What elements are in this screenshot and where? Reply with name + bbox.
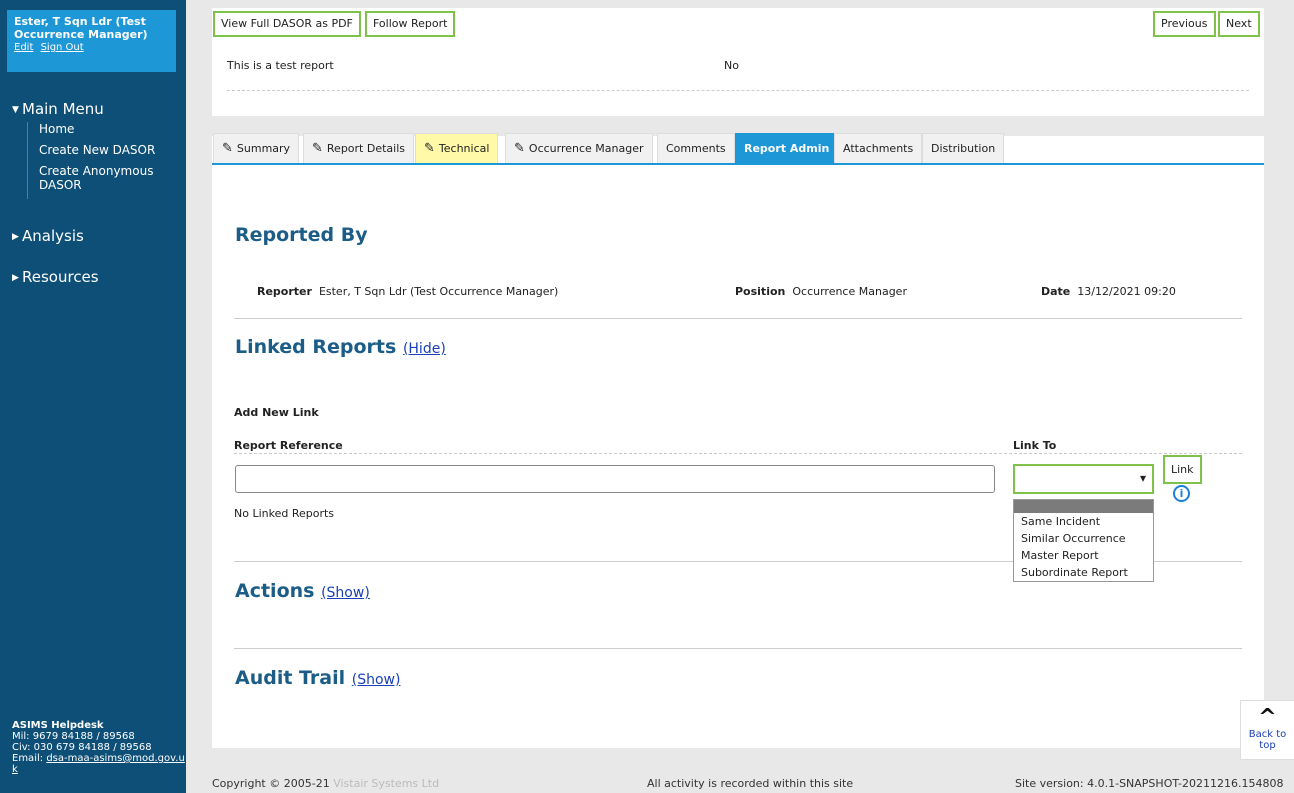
analysis-menu-toggle[interactable]: ▶ Analysis [12, 227, 84, 245]
site-version: Site version: 4.0.1-SNAPSHOT-20211216.15… [1015, 777, 1284, 790]
divider [234, 318, 1242, 319]
menu-item-home[interactable]: Home [39, 122, 179, 136]
expanded-triangle-icon: ▼ [12, 105, 19, 115]
hide-linked-link[interactable]: (Hide) [403, 341, 446, 357]
tab-distribution[interactable]: Distribution [922, 133, 1005, 163]
edit-link[interactable]: Edit [14, 42, 33, 53]
divider [234, 648, 1242, 649]
position-field: Position Occurrence Manager [735, 285, 907, 298]
user-name: Ester, T Sqn Ldr (Test Occurrence Manage… [14, 15, 148, 41]
report-reference-label: Report Reference [234, 439, 343, 452]
divider [227, 90, 1249, 91]
summary-value: No [724, 59, 739, 72]
link-to-dropdown: Same Incident Similar Occurrence Master … [1013, 499, 1154, 582]
no-linked-reports-text: No Linked Reports [234, 507, 335, 520]
link-button[interactable]: Link [1163, 455, 1202, 484]
tab-technical[interactable]: ✎ Technical [415, 133, 499, 163]
report-reference-input[interactable] [235, 465, 995, 493]
dropdown-option-similar-occurrence[interactable]: Similar Occurrence [1014, 530, 1153, 547]
tab-report-details[interactable]: ✎ Report Details [303, 133, 415, 163]
link-to-select[interactable]: ▾ [1013, 464, 1154, 494]
menu-item-create-anonymous-dasor[interactable]: Create Anonymous DASOR [39, 164, 179, 192]
helpdesk-title: ASIMS Helpdesk [12, 720, 104, 731]
sidebar: Ester, T Sqn Ldr (Test Occurrence Manage… [0, 0, 186, 793]
dropdown-option-blank[interactable] [1014, 500, 1153, 513]
dropdown-option-master-report[interactable]: Master Report [1014, 547, 1153, 564]
tab-comments[interactable]: Comments [657, 133, 735, 163]
view-pdf-button[interactable]: View Full DASOR as PDF [213, 11, 361, 37]
chevron-down-icon: ▾ [1139, 471, 1146, 485]
helpdesk-civ: Civ: 030 679 84188 / 89568 [12, 742, 152, 753]
collapsed-triangle-icon: ▶ [12, 232, 19, 242]
tab-report-admin[interactable]: Report Admin [735, 133, 839, 163]
tab-summary[interactable]: ✎ Summary [213, 133, 300, 163]
edit-icon: ✎ [514, 141, 525, 156]
link-to-label: Link To [1013, 439, 1057, 452]
follow-report-button[interactable]: Follow Report [365, 11, 456, 37]
back-to-top-button[interactable]: ^ Back to top [1240, 700, 1294, 760]
show-audit-trail-link[interactable]: (Show) [352, 672, 401, 688]
collapsed-triangle-icon: ▶ [12, 273, 19, 283]
main-content: View Full DASOR as PDF Follow Report Pre… [212, 8, 1264, 748]
reporter-field: Reporter Ester, T Sqn Ldr (Test Occurren… [257, 285, 559, 298]
reported-by-heading: Reported By [235, 224, 368, 246]
activity-notice: All activity is recorded within this sit… [647, 777, 854, 790]
menu-item-create-new-dasor[interactable]: Create New DASOR [39, 143, 179, 157]
previous-button[interactable]: Previous [1153, 11, 1216, 37]
dropdown-option-same-incident[interactable]: Same Incident [1014, 513, 1153, 530]
divider [234, 453, 1242, 454]
resources-menu-toggle[interactable]: ▶ Resources [12, 268, 99, 286]
edit-icon: ✎ [312, 141, 323, 156]
dropdown-option-subordinate-report[interactable]: Subordinate Report [1014, 564, 1153, 581]
vistair-link[interactable]: Vistair Systems Ltd [333, 777, 439, 790]
helpdesk-info: ASIMS Helpdesk Mil: 9679 84188 / 89568 C… [12, 720, 185, 775]
divider [1154, 561, 1242, 562]
summary-text: This is a test report [227, 59, 334, 72]
edit-icon: ✎ [222, 141, 233, 156]
show-actions-link[interactable]: (Show) [321, 585, 370, 601]
tab-attachments[interactable]: Attachments [834, 133, 923, 163]
add-new-link-label: Add New Link [234, 406, 319, 419]
divider [234, 561, 1013, 562]
tab-bar: ✎ Summary ✎ Report Details ✎ Technical ✎ Occ… [212, 133, 1264, 165]
next-button[interactable]: Next [1218, 11, 1260, 37]
actions-heading: Actions (Show) [235, 580, 370, 602]
copyright-text: Copyright © 2005-21 Vistair Systems Ltd [212, 777, 440, 790]
linked-reports-heading: Linked Reports (Hide) [235, 336, 446, 358]
chevron-up-icon: ^ [1258, 705, 1277, 730]
edit-icon: ✎ [424, 141, 435, 156]
date-field: Date 13/12/2021 09:20 [1041, 285, 1176, 298]
main-menu-list: Home Create New DASOR Create Anonymous D… [27, 122, 179, 199]
tab-occurrence-manager[interactable]: ✎ Occurrence Manager [505, 133, 653, 163]
helpdesk-mil: Mil: 9679 84188 / 89568 [12, 731, 135, 742]
user-box: Ester, T Sqn Ldr (Test Occurrence Manage… [7, 10, 176, 72]
audit-trail-heading: Audit Trail (Show) [235, 667, 401, 689]
info-icon[interactable]: i [1173, 485, 1190, 502]
main-menu-toggle[interactable]: ▼ Main Menu [12, 100, 104, 118]
sign-out-link[interactable]: Sign Out [41, 42, 84, 53]
